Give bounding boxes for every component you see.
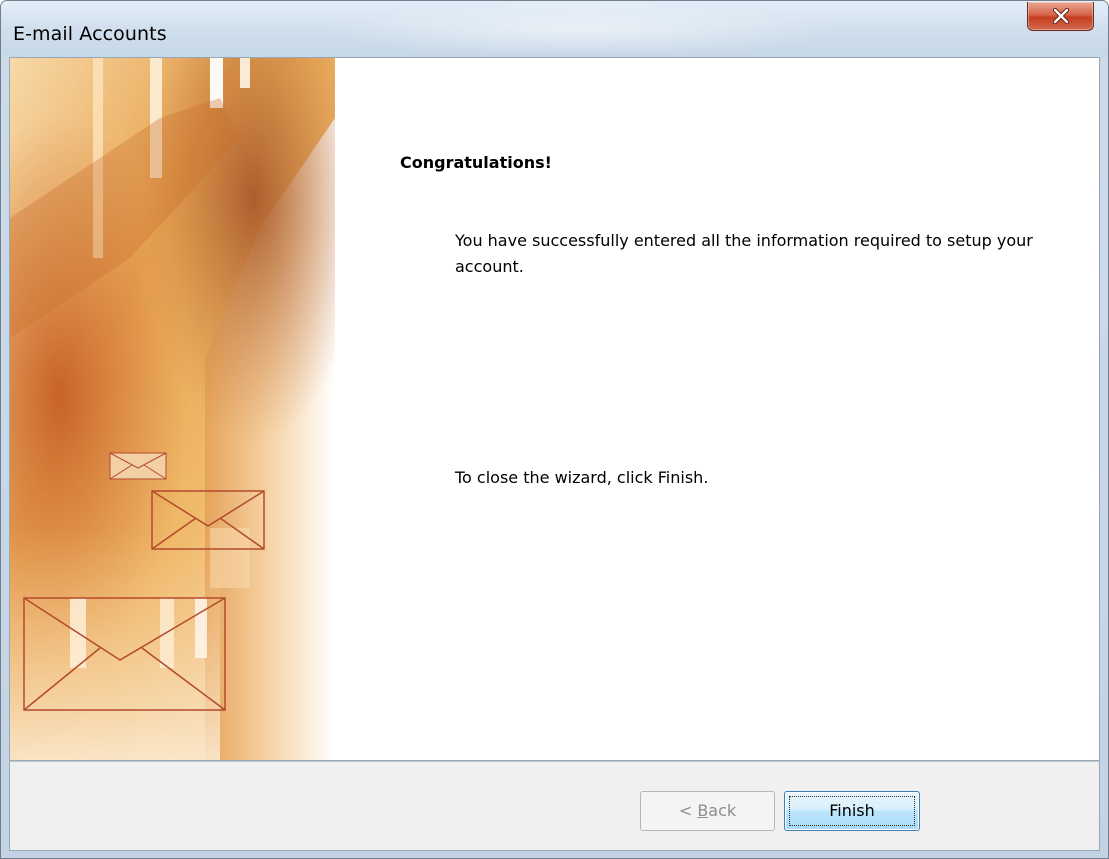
back-button-mnemonic: B	[697, 801, 709, 820]
finish-button-label: Finish	[829, 801, 875, 820]
wizard-content: Congratulations! You have successfully e…	[335, 58, 1099, 760]
wizard-banner-image	[10, 58, 335, 760]
close-instruction: To close the wizard, click Finish.	[455, 468, 709, 487]
finish-button[interactable]: Finish	[784, 791, 920, 831]
title-bar[interactable]: E-mail Accounts	[1, 1, 1108, 57]
envelope-icon-small	[109, 452, 167, 480]
back-button-prefix: <	[678, 801, 698, 820]
title-bar-highlight	[321, 1, 841, 57]
email-accounts-dialog: E-mail Accounts Congratulations! You hav…	[0, 0, 1109, 859]
wizard-body: Congratulations! You have successfully e…	[9, 57, 1100, 761]
back-button-rest: ack	[708, 801, 737, 820]
window-title: E-mail Accounts	[13, 23, 167, 45]
back-button[interactable]: < Back	[640, 791, 775, 831]
banner-artwork	[10, 58, 335, 760]
close-button[interactable]	[1027, 2, 1094, 31]
page-heading: Congratulations!	[400, 153, 552, 172]
wizard-button-bar: < Back Finish	[9, 761, 1100, 851]
close-icon	[1052, 8, 1070, 24]
success-message: You have successfully entered all the in…	[455, 231, 1033, 276]
